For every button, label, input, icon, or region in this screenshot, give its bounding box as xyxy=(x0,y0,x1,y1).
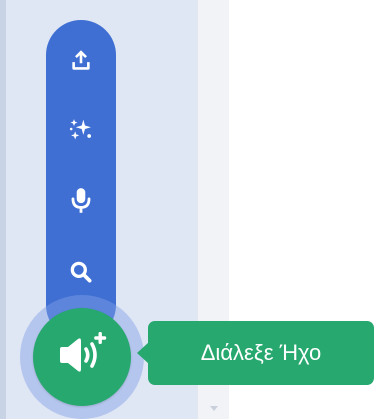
upload-icon xyxy=(68,47,94,73)
record-sound-button[interactable] xyxy=(46,176,116,226)
surprise-sound-button[interactable] xyxy=(46,104,116,154)
sound-action-menu xyxy=(46,20,116,340)
panel-edge xyxy=(0,0,6,419)
tooltip-label: Διάλεξε Ήχο xyxy=(200,340,322,365)
microphone-icon xyxy=(68,186,94,216)
upload-sound-button[interactable] xyxy=(46,35,116,85)
search-sound-button[interactable] xyxy=(46,247,116,297)
choose-sound-button[interactable] xyxy=(33,308,131,406)
add-sound-icon xyxy=(54,330,110,385)
choose-sound-tooltip: Διάλεξε Ήχο xyxy=(148,321,374,385)
sound-picker-area: Διάλεξε Ήχο xyxy=(0,0,374,419)
search-icon xyxy=(68,259,94,285)
scroll-down-arrow-icon[interactable] xyxy=(209,406,218,411)
sparkle-icon xyxy=(67,115,95,143)
